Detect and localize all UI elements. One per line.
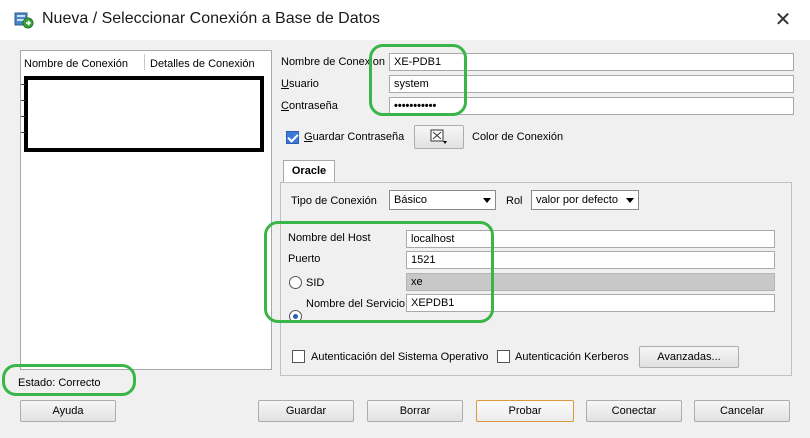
kerberos-label: Autenticación Kerberos: [515, 351, 629, 363]
save-password-checkbox[interactable]: [286, 131, 299, 147]
column-separator: [144, 54, 145, 70]
redacted-connection-entries: [24, 76, 264, 152]
tab-oracle[interactable]: Oracle: [283, 160, 335, 182]
connection-type-value: Básico: [394, 194, 428, 206]
clear-button[interactable]: Borrar: [367, 400, 463, 422]
window-title: Nueva / Seleccionar Conexión a Base de D…: [42, 10, 380, 27]
test-button[interactable]: Probar: [476, 400, 574, 422]
role-value: valor por defecto: [536, 194, 618, 206]
save-button[interactable]: Guardar: [258, 400, 354, 422]
highlight-annotation-status: [2, 364, 136, 396]
role-label: Rol: [506, 195, 523, 207]
password-label: Contraseña: [281, 100, 338, 112]
save-password-label: Guardar Contraseña: [304, 131, 405, 143]
role-select[interactable]: valor por defecto: [531, 190, 639, 210]
connect-button[interactable]: Conectar: [586, 400, 682, 422]
color-picker-button[interactable]: [414, 125, 464, 149]
os-auth-checkbox[interactable]: [292, 350, 305, 366]
connection-type-label: Tipo de Conexión: [291, 195, 377, 207]
chevron-down-icon: [483, 198, 491, 203]
list-item-marker: [21, 116, 25, 117]
chevron-down-icon: [626, 198, 634, 203]
list-item-marker: [21, 100, 25, 101]
close-icon[interactable]: ✕: [770, 8, 796, 32]
highlight-annotation-credentials: [369, 44, 467, 116]
color-swatch-icon: [430, 129, 447, 144]
os-auth-label: Autenticación del Sistema Operativo: [311, 351, 489, 363]
cancel-button[interactable]: Cancelar: [694, 400, 790, 422]
kerberos-checkbox[interactable]: [497, 350, 510, 366]
connection-type-select[interactable]: Básico: [389, 190, 496, 210]
highlight-annotation-network: [264, 221, 494, 323]
connection-color-label: Color de Conexión: [472, 131, 564, 143]
list-item-marker: [21, 84, 25, 85]
column-header-connection-details[interactable]: Detalles de Conexión: [150, 58, 255, 70]
advanced-button[interactable]: Avanzadas...: [639, 346, 739, 368]
help-button[interactable]: Ayuda: [20, 400, 116, 422]
list-item-marker: [21, 132, 25, 133]
user-label: Usuario: [281, 78, 319, 90]
database-connection-icon: [14, 11, 34, 29]
column-header-connection-name[interactable]: Nombre de Conexión: [24, 58, 128, 70]
